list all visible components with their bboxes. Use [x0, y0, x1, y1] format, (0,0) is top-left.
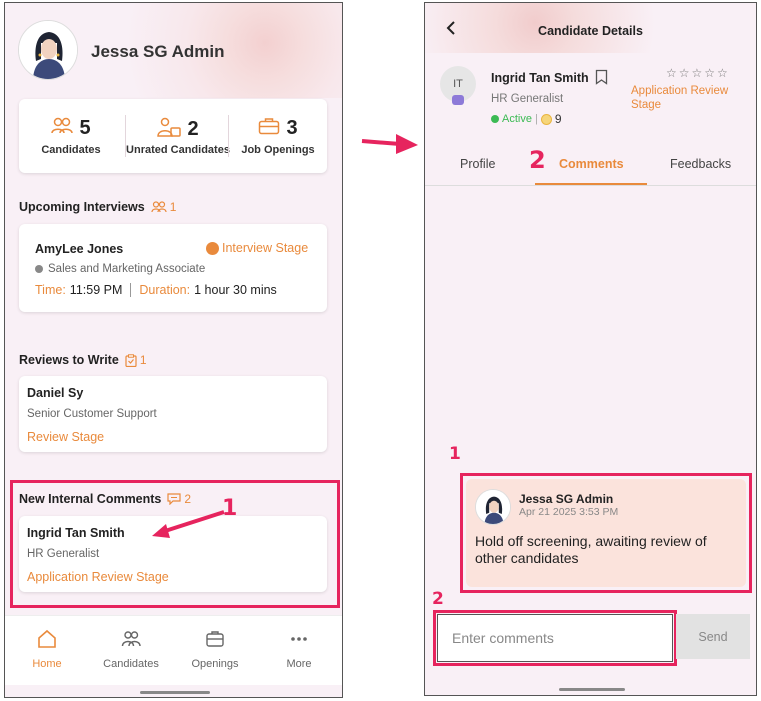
duration-value: 1 hour 30 mins: [194, 283, 277, 297]
count-value: 1: [139, 353, 147, 367]
bullet-icon: [35, 265, 43, 273]
nav-label: Openings: [191, 658, 239, 670]
comment-input[interactable]: [437, 614, 673, 662]
tab-comments[interactable]: Comments: [559, 157, 624, 171]
time-label: Time:: [35, 283, 66, 297]
points-value: 9: [554, 112, 562, 126]
candidate-name: Daniel Sy: [27, 386, 84, 400]
nav-label: Candidates: [103, 658, 159, 670]
count-value: 2: [184, 492, 192, 506]
bottom-nav: Home Candidates Openings More: [5, 615, 342, 686]
user-rating-icon: [157, 117, 182, 142]
user-avatar[interactable]: [18, 20, 78, 80]
job-role: Sales and Marketing Associate: [35, 263, 205, 275]
divider: |: [534, 113, 538, 125]
section-title: Upcoming Interviews: [19, 200, 145, 214]
users-icon: [151, 201, 167, 213]
candidate-name: Ingrid Tan Smith: [27, 526, 125, 540]
count-value: 1: [169, 200, 177, 214]
briefcase-icon: [258, 117, 280, 140]
briefcase-icon: [206, 631, 224, 647]
comment-text: Hold off screening, awaiting review of o…: [475, 533, 707, 566]
user-name: Jessa SG Admin: [91, 42, 225, 61]
upcoming-count: 1: [151, 200, 177, 214]
reviews-heading: Reviews to Write 1: [19, 353, 147, 367]
home-indicator: [140, 691, 210, 694]
job-role: Senior Customer Support: [27, 408, 157, 420]
users-icon: [51, 117, 74, 140]
status-text: Active: [502, 113, 532, 125]
review-card[interactable]: Daniel Sy Senior Customer Support Review…: [19, 376, 327, 452]
stat-label: Candidates: [41, 144, 101, 156]
section-title: Reviews to Write: [19, 353, 119, 367]
candidate-details-screen: Candidate Details IT Ingrid Tan Smith HR…: [424, 2, 757, 696]
comment-timestamp: Apr 21 2025 3:53 PM: [519, 506, 619, 518]
comment-author: Jessa SG Admin: [519, 492, 614, 506]
more-icon: [291, 637, 307, 641]
connector-arrow-icon: [361, 134, 418, 154]
annotation-number: 2: [529, 146, 546, 174]
stat-openings[interactable]: 3 Job Openings: [229, 99, 327, 173]
stats-card: 5 Candidates 2 Unrated Candidates 3 Job …: [19, 99, 327, 173]
candidate-name: AmyLee Jones: [35, 242, 124, 256]
candidate-status: Active | 9: [491, 112, 562, 126]
upcoming-interviews-heading: Upcoming Interviews 1: [19, 200, 176, 214]
robot-badge-icon: [452, 95, 464, 105]
comment-icon: [167, 493, 181, 505]
stat-value: 2: [187, 118, 199, 140]
nav-openings[interactable]: Openings: [173, 616, 257, 686]
rating-stars[interactable]: ☆☆☆☆☆: [666, 66, 730, 80]
divider: [130, 283, 132, 297]
stat-value: 5: [79, 117, 91, 139]
job-role: HR Generalist: [27, 548, 100, 560]
candidate-role: HR Generalist: [491, 93, 564, 105]
stat-unrated[interactable]: 2 Unrated Candidates: [126, 99, 230, 173]
comments-count: 2: [167, 492, 191, 506]
home-indicator: [559, 688, 625, 691]
page-title: Candidate Details: [538, 24, 643, 38]
clipboard-icon: [125, 353, 137, 367]
active-tab-indicator: [535, 183, 647, 185]
review-stage-link[interactable]: Review Stage: [27, 430, 104, 444]
stage-dot-icon: [206, 241, 219, 255]
annotation-number: 2: [432, 589, 444, 609]
tab-feedbacks[interactable]: Feedbacks: [670, 157, 731, 171]
comments-heading: New Internal Comments 2: [19, 492, 191, 506]
divider: [425, 185, 756, 186]
interview-card[interactable]: AmyLee Jones Interview Stage Sales and M…: [19, 224, 327, 312]
stat-candidates[interactable]: 5 Candidates: [19, 99, 123, 173]
interview-time: Time: 11:59 PM Duration: 1 hour 30 mins: [35, 283, 277, 297]
home-icon: [38, 629, 56, 648]
candidate-name: Ingrid Tan Smith: [491, 71, 589, 85]
nav-label: Home: [32, 658, 62, 670]
home-screen: Jessa SG Admin 5 Candidates 2 Unrated Ca…: [4, 2, 343, 698]
comment-author-avatar: [475, 489, 511, 525]
nav-candidates[interactable]: Candidates: [89, 616, 173, 686]
nav-home[interactable]: Home: [5, 616, 89, 686]
send-button[interactable]: Send: [676, 614, 750, 659]
role-text: Sales and Marketing Associate: [48, 263, 206, 275]
status-dot-icon: [491, 115, 499, 123]
nav-more[interactable]: More: [257, 616, 341, 686]
bookmark-icon: [595, 69, 608, 85]
annotation-number: 1: [449, 444, 461, 464]
nav-label: More: [286, 658, 312, 670]
time-value: 11:59 PM: [69, 283, 123, 297]
stage-text: Interview Stage: [222, 241, 309, 255]
tab-profile[interactable]: Profile: [460, 157, 495, 171]
application-stage-link[interactable]: Application Review Stage: [27, 570, 169, 584]
stat-label: Unrated Candidates: [126, 144, 230, 156]
coin-icon: [540, 113, 552, 125]
stat-label: Job Openings: [241, 144, 315, 156]
users-icon: [121, 631, 141, 647]
duration-label: Duration:: [139, 283, 191, 297]
stage-link[interactable]: Application Review Stage: [631, 84, 751, 112]
annotation-number: 1: [222, 496, 238, 521]
section-title: New Internal Comments: [19, 492, 162, 506]
bookmark-button[interactable]: [595, 69, 608, 90]
reviews-count: 1: [125, 353, 147, 367]
stage-label: Interview Stage: [206, 241, 308, 255]
annotation-arrow-icon: [152, 510, 225, 538]
stat-value: 3: [286, 117, 298, 139]
